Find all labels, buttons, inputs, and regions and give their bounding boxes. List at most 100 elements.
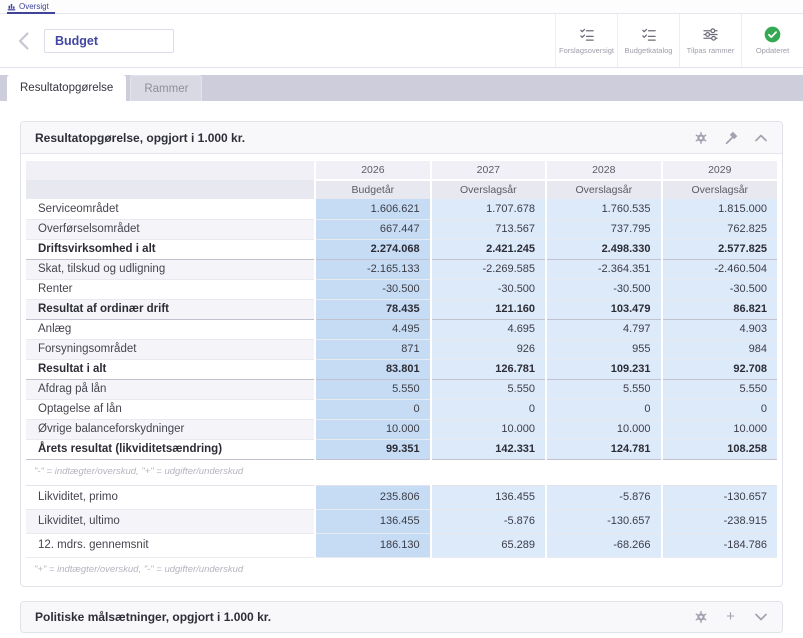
table-row: Skat, tilskud og udligning-2.165.133-2.2… bbox=[26, 259, 777, 279]
liquidity-table: Likviditet, primo235.806136.455-5.876-13… bbox=[26, 485, 777, 558]
plus-icon[interactable]: + bbox=[723, 609, 738, 624]
row-label: Serviceområdet bbox=[26, 199, 315, 219]
row-label: Likviditet, ultimo bbox=[26, 509, 315, 533]
gear-icon[interactable] bbox=[693, 130, 708, 145]
cell-value: -30.500 bbox=[431, 279, 546, 299]
table-row: Renter-30.500-30.500-30.500-30.500 bbox=[26, 279, 777, 299]
year-header: 2029 bbox=[662, 161, 778, 180]
row-label: Driftsvirksomhed i alt bbox=[26, 239, 315, 259]
status-label: Opdateret bbox=[756, 46, 789, 55]
cell-value: 65.289 bbox=[431, 533, 546, 557]
cell-value: 121.160 bbox=[431, 299, 546, 319]
cell-value: 5.550 bbox=[662, 379, 778, 399]
sign-convention-footnote: "-" = indtægter/overskud, "+" = udgifter… bbox=[34, 466, 777, 477]
page-title: Budget bbox=[55, 34, 98, 48]
cell-value: 4.903 bbox=[662, 319, 778, 339]
cell-value: 103.479 bbox=[546, 299, 661, 319]
cell-value: 142.331 bbox=[431, 439, 546, 459]
budget-title-field[interactable]: Budget bbox=[44, 29, 174, 53]
cell-value: 0 bbox=[315, 399, 430, 419]
cell-value: 1.707.678 bbox=[431, 199, 546, 219]
table-row: Optagelse af lån0000 bbox=[26, 399, 777, 419]
result-panel: Resultatopgørelse, opgjort i 1.000 kr. bbox=[20, 121, 783, 587]
year-header-row: 2026202720282029 bbox=[26, 161, 777, 180]
table-row: Anlæg4.4954.6954.7974.903 bbox=[26, 319, 777, 339]
result-panel-header[interactable]: Resultatopgørelse, opgjort i 1.000 kr. bbox=[21, 122, 782, 154]
cell-value: -130.657 bbox=[662, 485, 778, 509]
cell-value: 99.351 bbox=[315, 439, 430, 459]
cell-value: -30.500 bbox=[315, 279, 430, 299]
cell-value: 126.781 bbox=[431, 359, 546, 379]
cell-value: 1.606.621 bbox=[315, 199, 430, 219]
panel-title: Resultatopgørelse, opgjort i 1.000 kr. bbox=[35, 131, 245, 145]
political-panel-header[interactable]: Politiske målsætninger, opgjort i 1.000 … bbox=[20, 601, 783, 633]
checklist-icon bbox=[641, 26, 657, 42]
cell-value: 0 bbox=[431, 399, 546, 419]
corner-cell bbox=[26, 180, 315, 199]
action-label: Tilpas rammer bbox=[687, 46, 735, 55]
gear-icon[interactable] bbox=[693, 609, 708, 624]
year-header: 2026 bbox=[315, 161, 430, 180]
tab-rammer[interactable]: Rammer bbox=[130, 75, 202, 101]
year-type-header: Overslagsår bbox=[431, 180, 546, 199]
hammer-icon[interactable] bbox=[723, 130, 738, 145]
row-label: Renter bbox=[26, 279, 315, 299]
top-tab-label: Oversigt bbox=[19, 2, 49, 11]
cell-value: 955 bbox=[546, 339, 661, 359]
action-label: Budgetkatalog bbox=[625, 46, 673, 55]
chevron-down-icon[interactable] bbox=[753, 609, 768, 624]
cell-value: 83.801 bbox=[315, 359, 430, 379]
cell-value: 762.825 bbox=[662, 219, 778, 239]
cell-value: 235.806 bbox=[315, 485, 430, 509]
table-row: Likviditet, primo235.806136.455-5.876-13… bbox=[26, 485, 777, 509]
cell-value: 2.577.825 bbox=[662, 239, 778, 259]
cell-value: 108.258 bbox=[662, 439, 778, 459]
row-label: Anlæg bbox=[26, 319, 315, 339]
row-label: Optagelse af lån bbox=[26, 399, 315, 419]
cell-value: 78.435 bbox=[315, 299, 430, 319]
table-row: Overførselsområdet667.447713.567737.7957… bbox=[26, 219, 777, 239]
cell-value: -130.657 bbox=[546, 509, 661, 533]
liquidity-section: Likviditet, primo235.806136.455-5.876-13… bbox=[26, 485, 777, 575]
cell-value: 10.000 bbox=[546, 419, 661, 439]
back-button[interactable] bbox=[12, 26, 34, 56]
year-type-header: Budgetår bbox=[315, 180, 430, 199]
panel-actions bbox=[693, 130, 768, 145]
cell-value: 0 bbox=[546, 399, 661, 419]
tab-resultatopgoerelse[interactable]: Resultatopgørelse bbox=[7, 75, 126, 101]
row-label: Resultat af ordinær drift bbox=[26, 299, 315, 319]
cell-value: 2.274.068 bbox=[315, 239, 430, 259]
row-label: Resultat i alt bbox=[26, 359, 315, 379]
cell-value: 713.567 bbox=[431, 219, 546, 239]
panel-actions: + bbox=[693, 609, 768, 624]
cell-value: 136.455 bbox=[315, 509, 430, 533]
cell-value: 667.447 bbox=[315, 219, 430, 239]
cell-value: 4.495 bbox=[315, 319, 430, 339]
cell-value: 4.797 bbox=[546, 319, 661, 339]
result-table: 2026202720282029 BudgetårOverslagsår Over… bbox=[26, 161, 777, 460]
action-label: Forslagsoversigt bbox=[559, 46, 614, 55]
opdateret-status[interactable]: Opdateret bbox=[741, 14, 803, 67]
cell-value: -184.786 bbox=[662, 533, 778, 557]
cell-value: 984 bbox=[662, 339, 778, 359]
chevron-up-icon[interactable] bbox=[753, 130, 768, 145]
table-row: Serviceområdet1.606.6211.707.6781.760.53… bbox=[26, 199, 777, 219]
cell-value: 2.421.245 bbox=[431, 239, 546, 259]
tab-label: Rammer bbox=[144, 83, 188, 95]
cell-value: -5.876 bbox=[431, 509, 546, 533]
table-row: Resultat i alt83.801126.781109.23192.708 bbox=[26, 359, 777, 379]
row-label: Overførselsområdet bbox=[26, 219, 315, 239]
row-label: Afdrag på lån bbox=[26, 379, 315, 399]
budgetkatalog-button[interactable]: Budgetkatalog bbox=[617, 14, 679, 67]
tilpas-rammer-button[interactable]: Tilpas rammer bbox=[679, 14, 741, 67]
cell-value: 86.821 bbox=[662, 299, 778, 319]
cell-value: -5.876 bbox=[546, 485, 661, 509]
cell-value: 1.815.000 bbox=[662, 199, 778, 219]
top-tab-oversigt[interactable]: Oversigt bbox=[7, 0, 55, 14]
row-label: Likviditet, primo bbox=[26, 485, 315, 509]
forslagsoversigt-button[interactable]: Forslagsoversigt bbox=[555, 14, 617, 67]
checklist-icon bbox=[579, 26, 595, 42]
corner-cell bbox=[26, 161, 315, 180]
cell-value: 1.760.535 bbox=[546, 199, 661, 219]
result-table-body: Serviceområdet1.606.6211.707.6781.760.53… bbox=[26, 199, 777, 459]
